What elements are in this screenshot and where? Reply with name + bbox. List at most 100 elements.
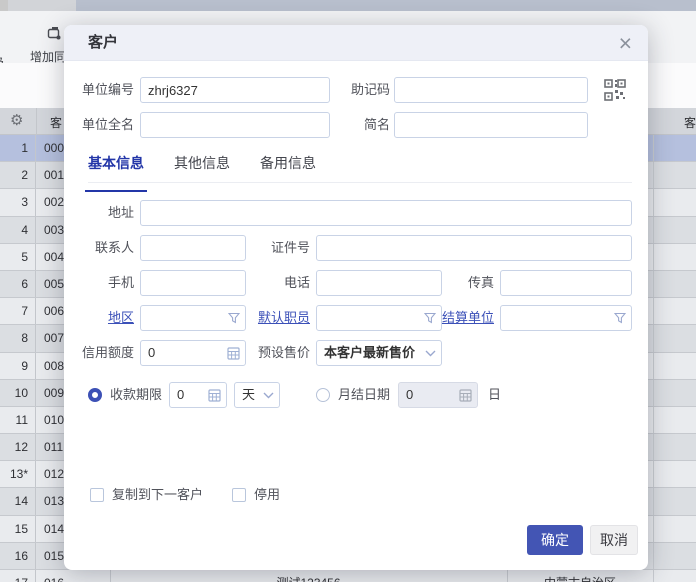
tab-other-info[interactable]: 其他信息 — [174, 153, 230, 181]
column-divider — [653, 135, 654, 161]
fax-input[interactable] — [500, 270, 632, 296]
row-number: 17 — [0, 570, 36, 582]
copy-next-label: 复制到下一客户 — [112, 482, 203, 508]
row-number: 4 — [0, 217, 36, 243]
settle-unit-picker[interactable] — [500, 305, 632, 331]
qr-code-icon[interactable] — [604, 79, 626, 101]
preset-price-label: 预设售价 — [240, 340, 310, 366]
row-number: 7 — [0, 298, 36, 324]
address-input[interactable] — [140, 200, 632, 226]
collect-period-radio[interactable] — [88, 388, 102, 402]
mnemonic-input[interactable] — [394, 77, 588, 103]
column-divider — [653, 162, 654, 188]
row-number: 3 — [0, 189, 36, 215]
mnemonic-label: 助记码 — [320, 77, 390, 103]
column-divider — [36, 108, 37, 135]
fax-label: 传真 — [424, 270, 494, 296]
region-link[interactable]: 地区 — [64, 305, 134, 331]
row-code: 013 — [44, 488, 64, 514]
row-code: 004 — [44, 244, 64, 270]
mobile-label: 手机 — [64, 270, 134, 296]
close-icon[interactable]: × — [615, 27, 636, 59]
cancel-button[interactable]: 取消 — [590, 525, 638, 555]
column-divider — [653, 325, 654, 351]
row-code: 006 — [44, 298, 64, 324]
row-code: 015 — [44, 543, 64, 569]
contact-label: 联系人 — [64, 235, 134, 261]
calculator-icon — [227, 347, 240, 360]
row-number: 14 — [0, 488, 36, 514]
fullname-input[interactable] — [140, 112, 330, 138]
column-divider — [653, 434, 654, 460]
phone-label: 电话 — [240, 270, 310, 296]
row-code: 003 — [44, 217, 64, 243]
column-divider — [653, 189, 654, 215]
credit-limit-input[interactable]: 0 — [140, 340, 246, 366]
column-divider — [653, 244, 654, 270]
default-staff-link[interactable]: 默认职员 — [240, 305, 310, 331]
shortname-input[interactable] — [394, 112, 588, 138]
row-code: 016 — [44, 570, 64, 582]
collect-unit-select[interactable]: 天 — [234, 382, 280, 408]
row-number: 10 — [0, 380, 36, 406]
preset-price-select[interactable]: 本客户最新售价 — [316, 340, 442, 366]
calculator-icon — [459, 389, 472, 402]
column-header-name: 客 — [684, 114, 696, 131]
chevron-down-icon — [425, 350, 436, 357]
column-divider — [653, 353, 654, 379]
filter-icon — [614, 312, 626, 324]
row-code: 001 — [44, 162, 64, 188]
id-number-input[interactable] — [316, 235, 632, 261]
column-divider — [653, 543, 654, 569]
column-divider — [653, 217, 654, 243]
column-divider — [653, 488, 654, 514]
monthly-date-label: 月结日期 — [338, 382, 390, 408]
row-number: 6 — [0, 271, 36, 297]
settle-unit-link[interactable]: 结算单位 — [424, 305, 494, 331]
column-divider — [653, 298, 654, 324]
row-code: 005 — [44, 271, 64, 297]
row-code: 009 — [44, 380, 64, 406]
collect-period-value: 0 — [177, 387, 184, 402]
top-corner-block — [0, 0, 8, 11]
chevron-down-icon — [263, 392, 274, 399]
tabs-divider — [88, 182, 632, 183]
column-divider — [653, 271, 654, 297]
stop-use-label: 停用 — [254, 482, 280, 508]
ok-button[interactable]: 确定 — [527, 525, 583, 555]
stop-use-checkbox[interactable] — [232, 488, 246, 502]
copy-next-checkbox[interactable] — [90, 488, 104, 502]
row-number: 12 — [0, 434, 36, 460]
unit-code-label: 单位编号 — [64, 77, 134, 103]
monthly-date-radio[interactable] — [316, 388, 330, 402]
tab-backup-info[interactable]: 备用信息 — [260, 153, 316, 181]
row-code: 002 — [44, 189, 64, 215]
row-number: 8 — [0, 325, 36, 351]
table-row[interactable]: 17016测试123456内蒙古自治区 — [0, 570, 696, 582]
tab-basic-info[interactable]: 基本信息 — [88, 153, 144, 181]
calculator-icon — [208, 389, 221, 402]
day-suffix-label: 日 — [488, 382, 501, 408]
row-code: 008 — [44, 353, 64, 379]
browser-tab[interactable] — [8, 0, 76, 11]
row-code: 010 — [44, 407, 64, 433]
id-number-label: 证件号 — [240, 235, 310, 261]
unit-code-input[interactable] — [140, 77, 330, 103]
collect-unit-value: 天 — [242, 387, 255, 402]
row-code: 011 — [44, 434, 63, 460]
row-number: 5 — [0, 244, 36, 270]
dialog-header: 客户 × — [64, 25, 648, 61]
monthly-date-input: 0 — [398, 382, 478, 408]
credit-limit-value: 0 — [148, 345, 155, 360]
customer-dialog: 客户 × 单位编号 助记码 单位全名 简名 基本信息其他信息备用信息 地址 联系… — [64, 25, 648, 570]
collect-period-input[interactable]: 0 — [169, 382, 227, 408]
row-number: 16 — [0, 543, 36, 569]
gear-icon[interactable]: ⚙ — [10, 111, 23, 129]
region-picker[interactable] — [140, 305, 246, 331]
shortname-label: 简名 — [320, 112, 390, 138]
row-number: 1 — [0, 135, 36, 161]
mobile-input[interactable] — [140, 270, 246, 296]
row-number: 9 — [0, 353, 36, 379]
row-number: 11 — [0, 407, 36, 433]
contact-input[interactable] — [140, 235, 246, 261]
